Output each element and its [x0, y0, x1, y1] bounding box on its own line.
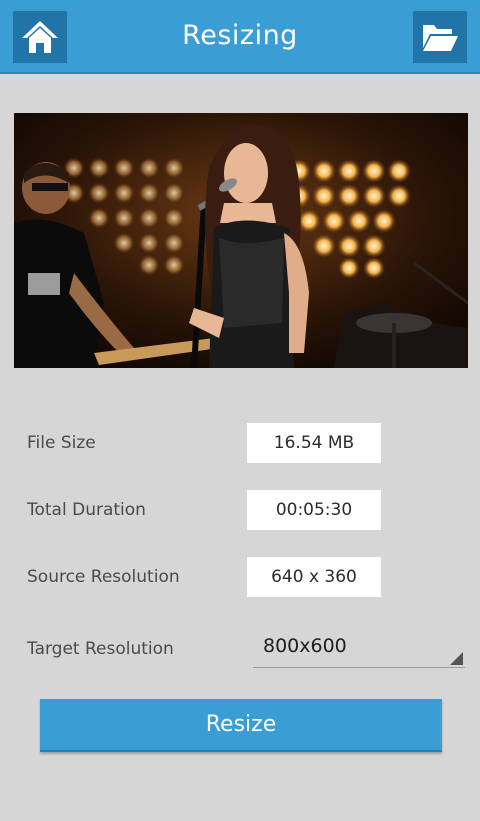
folder-open-icon [423, 25, 458, 51]
file-size-label: File Size [27, 433, 96, 453]
target-resolution-label: Target Resolution [27, 639, 174, 659]
open-folder-button[interactable] [413, 11, 467, 63]
video-preview [14, 113, 468, 368]
target-resolution-select[interactable]: 800x600 [253, 632, 465, 668]
total-duration-value: 00:05:30 [247, 490, 381, 530]
file-size-value: 16.54 MB [247, 423, 381, 463]
total-duration-label: Total Duration [27, 500, 146, 520]
resize-button[interactable]: Resize [40, 699, 442, 752]
video-thumbnail [14, 113, 468, 368]
target-resolution-value: 800x600 [263, 635, 347, 657]
source-resolution-value: 640 x 360 [247, 557, 381, 597]
source-resolution-label: Source Resolution [27, 567, 180, 587]
app-header: Resizing [0, 0, 480, 74]
dropdown-arrow-icon [450, 652, 463, 665]
page-title: Resizing [182, 20, 298, 51]
